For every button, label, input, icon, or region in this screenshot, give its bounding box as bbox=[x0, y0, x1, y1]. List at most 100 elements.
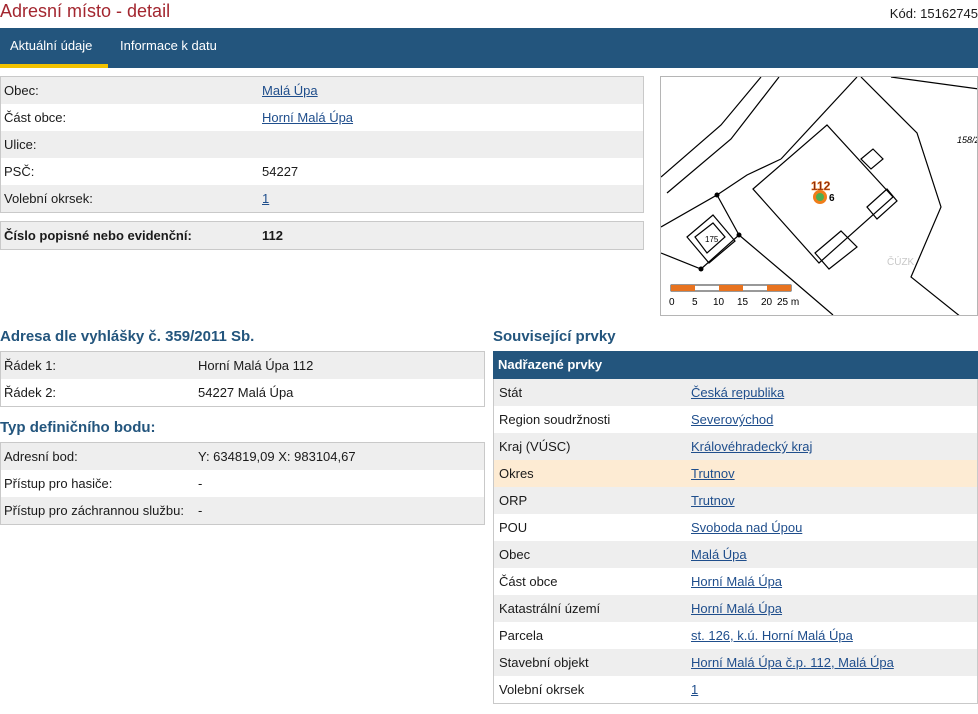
row-label: Adresní bod: bbox=[1, 443, 195, 470]
scale-tick: 25 m bbox=[777, 297, 799, 308]
municipality-part-link[interactable]: Horní Malá Úpa bbox=[691, 574, 782, 589]
row-label: POU bbox=[494, 514, 688, 541]
parcel-boundary-line bbox=[666, 77, 780, 194]
map-neighbor-label: 175 bbox=[705, 235, 719, 244]
row-label: Katastrální území bbox=[494, 595, 688, 622]
page-title: Adresní místo - detail bbox=[0, 1, 171, 21]
table-row: Přístup pro záchrannou službu: - bbox=[1, 497, 484, 524]
row-label: Obec bbox=[494, 541, 688, 568]
location-table: Obec: Malá Úpa Část obce: Horní Malá Úpa… bbox=[0, 76, 644, 213]
electoral-district-link[interactable]: 1 bbox=[691, 682, 698, 697]
table-row: Řádek 2: 54227 Malá Úpa bbox=[1, 379, 484, 406]
row-value: - bbox=[195, 497, 484, 524]
table-row: Katastrální území Horní Malá Úpa bbox=[494, 595, 977, 622]
map-small-label: 6 bbox=[829, 193, 835, 204]
table-row: Obec: Malá Úpa bbox=[1, 77, 643, 104]
table-row: Region soudržnosti Severovýchod bbox=[494, 406, 977, 433]
municipality-part-link[interactable]: Horní Malá Úpa bbox=[262, 110, 353, 125]
parcel-boundary-line bbox=[661, 77, 762, 178]
address-section-title: Adresa dle vyhlášky č. 359/2011 Sb. bbox=[0, 328, 255, 345]
scale-tick: 0 bbox=[669, 297, 675, 308]
table-row: POU Svoboda nad Úpou bbox=[494, 514, 977, 541]
tab-bar: Aktuální údaje Informace k datu bbox=[0, 28, 978, 68]
row-label: Volební okrsek bbox=[494, 676, 688, 703]
row-label: Přístup pro záchrannou službu: bbox=[1, 497, 195, 524]
row-value: Y: 634819,09 X: 983104,67 bbox=[195, 443, 484, 470]
table-row-highlighted: Okres Trutnov bbox=[494, 460, 977, 487]
scale-tick: 15 bbox=[737, 297, 749, 308]
municipality-link[interactable]: Malá Úpa bbox=[262, 83, 318, 98]
row-label: Kraj (VÚSC) bbox=[494, 433, 688, 460]
map-house-label: 112 bbox=[811, 179, 831, 193]
row-label: ORP bbox=[494, 487, 688, 514]
electoral-district-link[interactable]: 1 bbox=[262, 191, 269, 206]
building-outline bbox=[866, 188, 898, 220]
row-label: Obec: bbox=[1, 77, 259, 104]
region-link[interactable]: Severovýchod bbox=[691, 412, 773, 427]
table-row: Část obce: Horní Malá Úpa bbox=[1, 104, 643, 131]
row-label: Ulice: bbox=[1, 131, 259, 158]
district-link[interactable]: Trutnov bbox=[691, 466, 735, 481]
row-label: Okres bbox=[494, 460, 688, 487]
definition-point-title: Typ definičního bodu: bbox=[0, 419, 156, 436]
related-section-title: Související prvky bbox=[493, 328, 616, 345]
table-row: PSČ: 54227 bbox=[1, 158, 643, 185]
pou-link[interactable]: Svoboda nad Úpou bbox=[691, 520, 802, 535]
table-row: Volební okrsek 1 bbox=[494, 676, 977, 703]
tab-date-info[interactable]: Informace k datu bbox=[110, 28, 227, 68]
table-row: Část obce Horní Malá Úpa bbox=[494, 568, 977, 595]
address-table: Řádek 1: Horní Malá Úpa 112 Řádek 2: 542… bbox=[0, 351, 485, 407]
row-value: Horní Malá Úpa 112 bbox=[195, 352, 484, 379]
parcel-boundary-line bbox=[860, 77, 960, 315]
table-row: Parcela st. 126, k.ú. Horní Malá Úpa bbox=[494, 622, 977, 649]
house-number-value: 112 bbox=[259, 222, 643, 249]
table-row: Obec Malá Úpa bbox=[494, 541, 977, 568]
building-outline bbox=[814, 230, 858, 270]
house-number-label: Číslo popisné nebo evidenční: bbox=[1, 222, 259, 249]
row-label: Část obce bbox=[494, 568, 688, 595]
building-object-link[interactable]: Horní Malá Úpa č.p. 112, Malá Úpa bbox=[691, 655, 894, 670]
postal-code-value: 54227 bbox=[259, 158, 643, 185]
map-canvas: 112 6 175 158/2 ČÚZK 0 5 10 15 20 25 m bbox=[661, 77, 978, 315]
orp-link[interactable]: Trutnov bbox=[691, 493, 735, 508]
table-row: Adresní bod: Y: 634819,09 X: 983104,67 bbox=[1, 443, 484, 470]
map-watermark: ČÚZK bbox=[887, 255, 915, 268]
row-value: - bbox=[195, 470, 484, 497]
parcel-boundary-line bbox=[716, 158, 782, 196]
row-label: Přístup pro hasiče: bbox=[1, 470, 195, 497]
scale-tick: 5 bbox=[692, 297, 698, 308]
row-label: Region soudržnosti bbox=[494, 406, 688, 433]
state-link[interactable]: Česká republika bbox=[691, 385, 784, 400]
related-table: Stát Česká republika Region soudržnosti … bbox=[493, 379, 978, 704]
row-label: PSČ: bbox=[1, 158, 259, 185]
row-label: Řádek 2: bbox=[1, 379, 195, 406]
address-point-icon bbox=[816, 193, 824, 201]
table-row: Stavební objekt Horní Malá Úpa č.p. 112,… bbox=[494, 649, 977, 676]
table-row: Kraj (VÚSC) Královéhradecký kraj bbox=[494, 433, 977, 460]
municipality-link[interactable]: Malá Úpa bbox=[691, 547, 747, 562]
row-label: Řádek 1: bbox=[1, 352, 195, 379]
scale-bar: 0 5 10 15 20 25 m bbox=[669, 284, 799, 308]
scale-tick: 10 bbox=[713, 297, 725, 308]
cadastral-area-link[interactable]: Horní Malá Úpa bbox=[691, 601, 782, 616]
tab-current-data[interactable]: Aktuální údaje bbox=[0, 28, 108, 68]
object-code: Kód: 15162745 bbox=[889, 6, 978, 21]
parent-elements-header: Nadřazené prvky bbox=[493, 351, 978, 379]
table-row: Číslo popisné nebo evidenční: 112 bbox=[1, 222, 643, 249]
county-link[interactable]: Královéhradecký kraj bbox=[691, 439, 812, 454]
parcel-link[interactable]: st. 126, k.ú. Horní Malá Úpa bbox=[691, 628, 853, 643]
house-number-box: Číslo popisné nebo evidenční: 112 bbox=[0, 221, 644, 250]
row-label: Stát bbox=[494, 379, 688, 406]
table-row: Stát Česká republika bbox=[494, 379, 977, 406]
table-row: Volební okrsek: 1 bbox=[1, 185, 643, 212]
parcel-boundary-line bbox=[780, 77, 858, 160]
table-row: ORP Trutnov bbox=[494, 487, 977, 514]
cadastral-map[interactable]: 112 6 175 158/2 ČÚZK 0 5 10 15 20 25 m bbox=[660, 76, 978, 316]
street-value bbox=[259, 131, 643, 158]
row-label: Volební okrsek: bbox=[1, 185, 259, 212]
table-row: Přístup pro hasiče: - bbox=[1, 470, 484, 497]
row-label: Stavební objekt bbox=[494, 649, 688, 676]
map-parcel-label: 158/2 bbox=[957, 135, 978, 145]
table-row: Ulice: bbox=[1, 131, 643, 158]
table-row: Řádek 1: Horní Malá Úpa 112 bbox=[1, 352, 484, 379]
